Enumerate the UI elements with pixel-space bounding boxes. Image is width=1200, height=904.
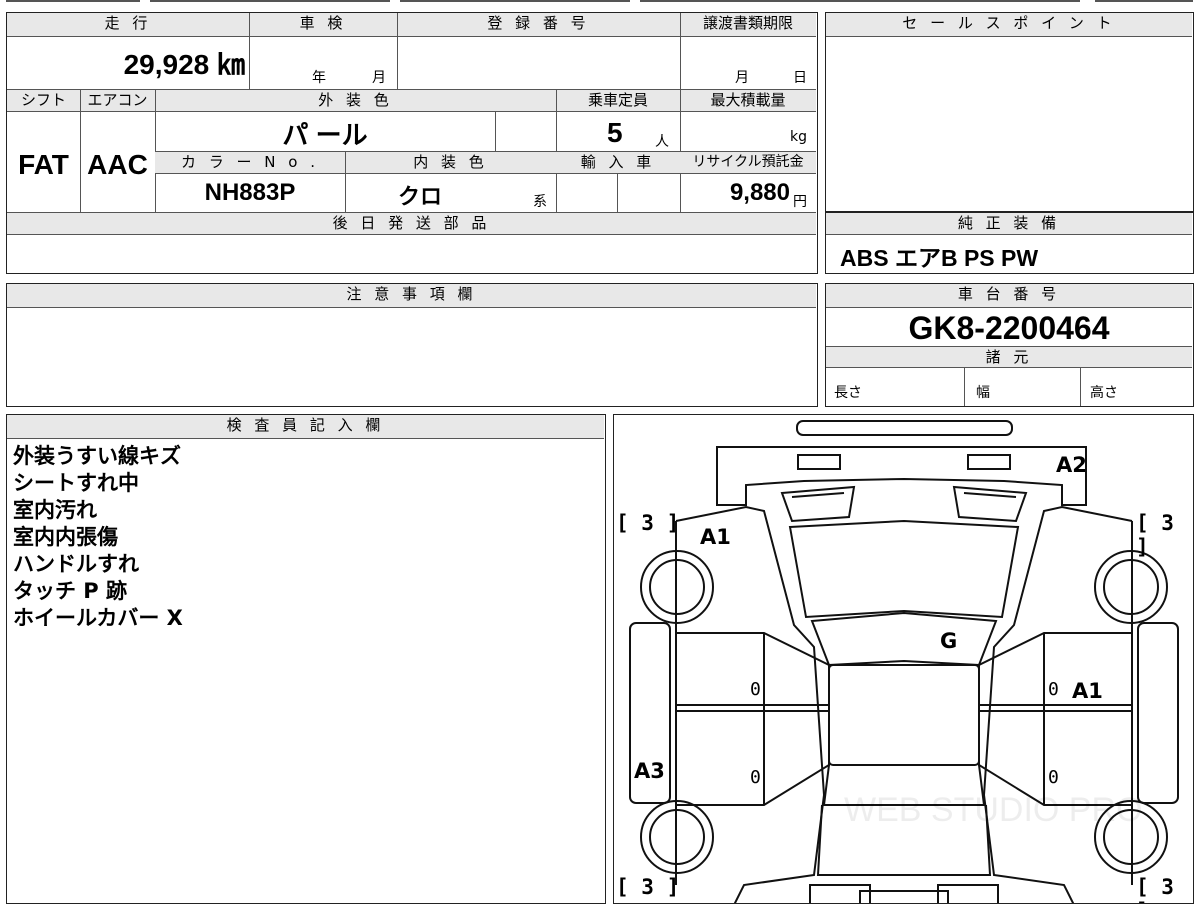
recycle-header: リサイクル預託金 xyxy=(680,152,816,174)
damage-mark-a3: A3 xyxy=(634,759,665,783)
tire-depth-fr: [ 3 ] xyxy=(1136,511,1174,559)
spec-height: 高さ xyxy=(1090,385,1118,401)
specs-header: 諸 元 xyxy=(826,346,1192,368)
interior-color-header: 内 装 色 xyxy=(345,152,556,174)
transfer-deadline-header: 譲渡書類期限 xyxy=(680,13,816,37)
notes-header: 注 意 事 項 欄 xyxy=(7,284,816,308)
mileage-value: 29,928 ㎞ xyxy=(123,49,245,80)
spec-width: 幅 xyxy=(976,385,990,401)
chassis-header: 車 台 番 号 xyxy=(826,284,1192,308)
damage-mark-a2: A2 xyxy=(1056,453,1087,477)
transfer-day: 日 xyxy=(793,70,807,86)
interior-color-suffix: 系 xyxy=(533,194,547,210)
car-diagram xyxy=(629,420,1179,903)
spec-length: 長さ xyxy=(834,385,862,401)
comment-line: 室内内張傷 xyxy=(13,525,118,549)
tire-depth-fl-value: 3 xyxy=(641,511,654,535)
capacity-value: 5 xyxy=(607,117,623,148)
shift-header: シフト xyxy=(7,90,80,112)
exterior-color-value: パ ール xyxy=(282,120,368,150)
max-load-header: 最大積載量 xyxy=(680,90,816,112)
car-diagram-box: A2 A1 G A1 A3 [ 3 ] [ 3 ] [ 3 ] [ 3 ] 0 … xyxy=(613,414,1194,904)
color-no-header: カ ラ ー N o . xyxy=(155,152,345,174)
inspector-box: 検 査 員 記 入 欄 外装うすい線キズ シートすれ中 室内汚れ 室内内張傷 ハ… xyxy=(6,414,606,904)
damage-mark-g: G xyxy=(940,629,958,653)
shaken-month: 月 xyxy=(372,70,386,86)
chassis-value: GK8-2200464 xyxy=(908,310,1110,346)
ac-value: AAC xyxy=(87,149,148,180)
watermark: WEB STUDIO PRO xyxy=(844,791,1143,829)
tire-depth-rl-value: 3 xyxy=(641,875,654,899)
chassis-box: 車 台 番 号 GK8-2200464 諸 元 xyxy=(825,283,1194,407)
interior-color-value: クロ xyxy=(397,184,442,209)
import-header: 輸 入 車 xyxy=(556,152,680,174)
tire-depth-rr-value: 3 xyxy=(1161,875,1174,899)
color-no-value: NH883P xyxy=(204,179,296,206)
tire-depth-fr-value: 3 xyxy=(1161,511,1174,535)
registration-header: 登 録 番 号 xyxy=(397,13,680,37)
sales-point-header: セ ー ル ス ポ イ ン ト xyxy=(826,13,1192,37)
tire-depth-fl: [ 3 ] xyxy=(616,511,680,535)
equipment-header: 純 正 装 備 xyxy=(826,213,1192,235)
mileage-header: 走 行 xyxy=(7,13,249,37)
comment-line: 外装うすい線キズ xyxy=(13,444,181,468)
tire-depth-rl: [ 3 ] xyxy=(616,875,680,899)
recycle-value: 9,880 xyxy=(729,179,790,206)
recycle-unit: 円 xyxy=(793,194,807,210)
top-strip xyxy=(0,0,1200,6)
capacity-unit: 人 xyxy=(655,134,669,150)
capacity-header: 乗車定員 xyxy=(556,90,680,112)
transfer-month: 月 xyxy=(735,70,749,86)
inspector-header: 検 査 員 記 入 欄 xyxy=(7,415,604,439)
comment-line: ホイールカバー X xyxy=(13,606,183,630)
comment-line: 室内汚れ xyxy=(13,498,97,522)
exterior-color-header: 外 装 色 xyxy=(155,90,556,112)
vehicle-info-grid: 走 行 車 検 登 録 番 号 譲渡書類期限 29,928 ㎞ 年 月 月 日 … xyxy=(6,12,818,274)
damage-mark-a1-right: A1 xyxy=(1072,679,1103,703)
damage-mark-a1-left: A1 xyxy=(700,525,731,549)
comment-line: ハンドルすれ xyxy=(13,552,139,576)
comment-line: シートすれ中 xyxy=(13,471,139,495)
sales-point-box: セ ー ル ス ポ イ ン ト xyxy=(825,12,1194,212)
zero-mark: 0 xyxy=(1048,767,1059,788)
equipment-value: ABS エアB PS PW xyxy=(840,245,1039,271)
shaken-header: 車 検 xyxy=(249,13,397,37)
comment-line: タッチ P 跡 xyxy=(13,579,128,603)
inspector-comments: 外装うすい線キズ シートすれ中 室内汚れ 室内内張傷 ハンドルすれ タッチ P … xyxy=(13,443,183,632)
ac-header: エアコン xyxy=(80,90,155,112)
shift-value: FAT xyxy=(18,149,69,180)
notes-box: 注 意 事 項 欄 xyxy=(6,283,818,407)
later-parts-header: 後 日 発 送 部 品 xyxy=(7,213,816,235)
shaken-year: 年 xyxy=(312,70,326,86)
zero-mark: 0 xyxy=(750,679,761,700)
equipment-box: 純 正 装 備 ABS エアB PS PW xyxy=(825,212,1194,274)
max-load-unit: kg xyxy=(790,129,807,145)
zero-mark: 0 xyxy=(1048,679,1059,700)
zero-mark: 0 xyxy=(750,767,761,788)
